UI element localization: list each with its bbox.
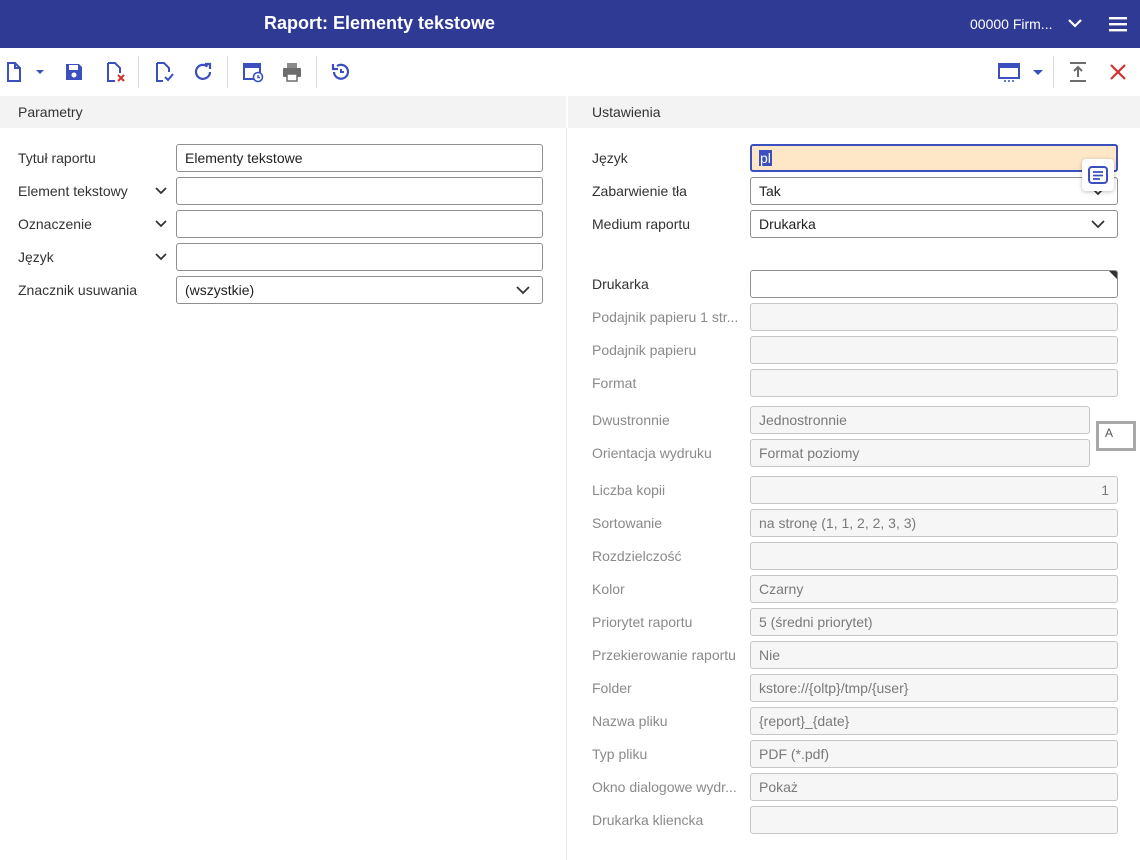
- layout-icon[interactable]: [997, 60, 1021, 84]
- podajnik-papieru-1-input: [750, 303, 1118, 331]
- kolor-label: Kolor: [592, 581, 625, 597]
- jezyk-selected-text: pl: [759, 150, 772, 166]
- podajnik-papieru-1-label: Podajnik papieru 1 str...: [592, 309, 739, 325]
- znacznik-usuwania-select[interactable]: (wszystkie): [176, 276, 543, 304]
- medium-raportu-value: Drukarka: [759, 216, 816, 232]
- toolbar-separator: [316, 56, 317, 88]
- chevron-down-icon[interactable]: [154, 184, 168, 198]
- ustawienia-jezyk-label: Język: [592, 150, 628, 166]
- znacznik-usuwania-label: Znacznik usuwania: [18, 282, 138, 298]
- przekierowanie-raportu-input: Nie: [750, 641, 1118, 669]
- przekierowanie-raportu-label: Przekierowanie raportu: [592, 647, 736, 663]
- format-label: Format: [592, 375, 637, 391]
- drukarka-input[interactable]: [750, 270, 1118, 298]
- drukarka-kliencka-label: Drukarka kliencka: [592, 812, 704, 828]
- chevron-down-icon: [1091, 220, 1105, 229]
- drukarka-kliencka-input: [750, 806, 1118, 834]
- priorytet-raportu-input: 5 (średni priorytet): [750, 608, 1118, 636]
- okno-dialogowe-input: Pokaż: [750, 773, 1118, 801]
- tytul-raportu-input[interactable]: Elementy tekstowe: [176, 144, 543, 172]
- nazwa-pliku-input: {report}_{date}: [750, 707, 1118, 735]
- medium-raportu-select[interactable]: Drukarka: [750, 210, 1118, 238]
- history-icon[interactable]: [329, 60, 353, 84]
- nazwa-pliku-label: Nazwa pliku: [592, 713, 668, 729]
- okno-dialogowe-label: Okno dialogowe wydr...: [592, 779, 737, 795]
- zabarwienie-tla-select[interactable]: Tak: [750, 177, 1118, 205]
- chevron-down-icon[interactable]: [154, 250, 168, 264]
- kolor-input: Czarny: [750, 575, 1118, 603]
- collapse-icon[interactable]: [1066, 60, 1090, 84]
- element-tekstowy-label: Element tekstowy: [18, 183, 128, 199]
- chevron-down-icon[interactable]: [1066, 14, 1084, 32]
- format-input: [750, 369, 1118, 397]
- section-parametry: Parametry: [0, 96, 566, 128]
- print-icon[interactable]: [280, 60, 304, 84]
- ustawienia-jezyk-input[interactable]: pl: [750, 144, 1118, 172]
- company-selector[interactable]: 00000 Firm...: [970, 16, 1052, 32]
- validate-icon[interactable]: [152, 60, 176, 84]
- liczba-kopii-input: 1: [750, 476, 1118, 504]
- typ-pliku-label: Typ pliku: [592, 746, 648, 762]
- new-document-icon[interactable]: [2, 60, 26, 84]
- corner-marker-icon: [1109, 271, 1117, 279]
- page-preview-box: A: [1096, 421, 1136, 451]
- refresh-icon[interactable]: [191, 60, 215, 84]
- podajnik-papieru-label: Podajnik papieru: [592, 342, 697, 358]
- oznaczenie-input[interactable]: [176, 210, 543, 238]
- app-header: Raport: Elementy tekstowe 00000 Firm...: [0, 0, 1140, 48]
- rozdzielczosc-input: [750, 542, 1118, 570]
- sortowanie-label: Sortowanie: [592, 515, 663, 531]
- podajnik-papieru-input: [750, 336, 1118, 364]
- dwustronnie-label: Dwustronnie: [592, 412, 670, 428]
- toolbar-separator: [227, 56, 228, 88]
- toolbar: [0, 48, 1140, 96]
- medium-raportu-label: Medium raportu: [592, 216, 691, 232]
- drukarka-label: Drukarka: [592, 276, 649, 292]
- element-tekstowy-input[interactable]: [176, 177, 543, 205]
- close-icon[interactable]: [1106, 60, 1130, 84]
- orientacja-wydruku-input: Format poziomy: [750, 439, 1090, 467]
- column-divider: [566, 128, 567, 860]
- save-icon[interactable]: [62, 60, 86, 84]
- zabarwienie-tla-label: Zabarwienie tła: [592, 183, 687, 199]
- jezyk-input[interactable]: [176, 243, 543, 271]
- liczba-kopii-label: Liczba kopii: [592, 482, 666, 498]
- toolbar-separator: [138, 56, 139, 88]
- typ-pliku-input: PDF (*.pdf): [750, 740, 1118, 768]
- chevron-down-icon[interactable]: [154, 217, 168, 231]
- rozdzielczosc-label: Rozdzielczość: [592, 548, 682, 564]
- sortowanie-input: na stronę (1, 1, 2, 2, 3, 3): [750, 509, 1118, 537]
- layout-dropdown-icon[interactable]: [1030, 60, 1046, 84]
- notes-button[interactable]: [1082, 159, 1114, 191]
- schedule-icon[interactable]: [241, 60, 265, 84]
- notes-icon: [1088, 166, 1108, 184]
- toolbar-separator: [1053, 56, 1054, 88]
- hamburger-menu-icon[interactable]: [1108, 15, 1128, 33]
- new-dropdown-icon[interactable]: [32, 60, 48, 84]
- dwustronnie-input: Jednostronnie: [750, 406, 1090, 434]
- section-ustawienia: Ustawienia: [568, 96, 1140, 128]
- folder-input: kstore://{oltp}/tmp/{user}: [750, 674, 1118, 702]
- page-title: Raport: Elementy tekstowe: [264, 13, 496, 33]
- tytul-raportu-label: Tytuł raportu: [18, 150, 96, 166]
- priorytet-raportu-label: Priorytet raportu: [592, 614, 693, 630]
- oznaczenie-label: Oznaczenie: [18, 216, 92, 232]
- folder-label: Folder: [592, 680, 632, 696]
- orientacja-wydruku-label: Orientacja wydruku: [592, 445, 712, 461]
- jezyk-label: Język: [18, 249, 54, 265]
- chevron-down-icon: [516, 286, 530, 295]
- discard-icon[interactable]: [103, 60, 127, 84]
- znacznik-usuwania-value: (wszystkie): [185, 282, 255, 298]
- zabarwienie-tla-value: Tak: [759, 183, 781, 199]
